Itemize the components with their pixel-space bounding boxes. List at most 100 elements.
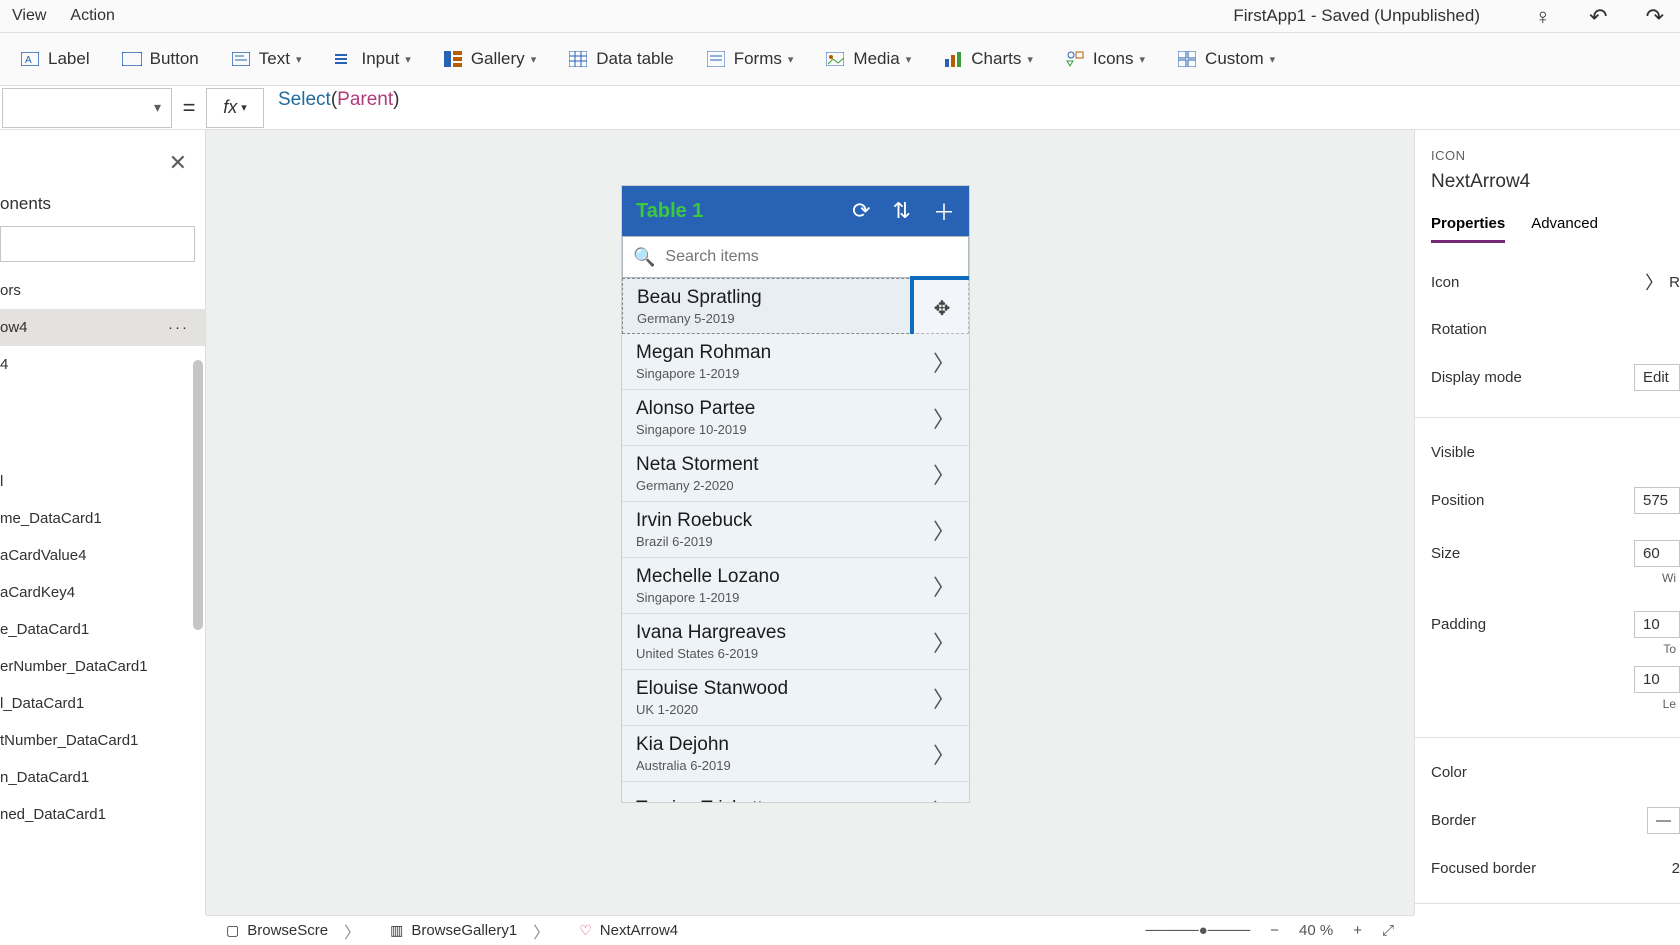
icon-icon: ♡ bbox=[579, 922, 592, 939]
refresh-icon[interactable]: ⟳ bbox=[852, 198, 870, 224]
tree-item[interactable]: aCardValue4 bbox=[0, 537, 205, 574]
prop-padding-left[interactable]: 10 bbox=[1634, 666, 1680, 693]
gallery-item-subtitle: Germany 2-2020 bbox=[636, 478, 933, 493]
breadcrumb-gallery[interactable]: ▥BrowseGallery1〉 bbox=[390, 919, 549, 943]
gallery-item-title: Kia Dejohn bbox=[636, 734, 933, 756]
tree-section-components[interactable]: onents bbox=[0, 186, 205, 226]
tab-advanced[interactable]: Advanced bbox=[1531, 215, 1598, 243]
prop-padding-top[interactable]: 10 bbox=[1634, 611, 1680, 638]
close-icon[interactable]: ✕ bbox=[169, 150, 187, 176]
insert-label[interactable]: ALabel bbox=[4, 32, 106, 86]
chevron-right-icon: 〉 bbox=[1645, 269, 1663, 295]
gallery-item[interactable]: Mechelle LozanoSingapore 1-2019〉 bbox=[622, 558, 969, 614]
search-input[interactable] bbox=[665, 248, 958, 266]
zoom-slider[interactable]: ─────●──── bbox=[1146, 922, 1251, 939]
control-type-label: ICON bbox=[1431, 148, 1680, 163]
gallery-item[interactable]: Elouise StanwoodUK 1-2020〉 bbox=[622, 670, 969, 726]
sort-icon[interactable]: ⇅ bbox=[893, 198, 911, 224]
menu-view[interactable]: View bbox=[12, 7, 46, 25]
gallery-item-title: Beau Spratling bbox=[637, 287, 954, 309]
tree-item[interactable]: aCardKey4 bbox=[0, 574, 205, 611]
gallery-item[interactable]: Kia DejohnAustralia 6-2019〉 bbox=[622, 726, 969, 782]
phone-preview: Table 1 ⟳ ⇅ ＋ 🔍 Beau SpratlingGermany 5-… bbox=[622, 186, 969, 802]
chevron-right-icon[interactable]: 〉 bbox=[933, 794, 955, 803]
insert-datatable[interactable]: Data table bbox=[552, 32, 690, 86]
add-icon[interactable]: ＋ bbox=[933, 195, 955, 227]
ribbon-forms-text: Forms bbox=[734, 49, 782, 69]
breadcrumb-screen[interactable]: ▢BrowseScre〉 bbox=[226, 919, 360, 943]
insert-charts[interactable]: Charts▾ bbox=[927, 32, 1049, 86]
prop-padding-sub1: To bbox=[1663, 642, 1676, 656]
redo-icon[interactable]: ↷ bbox=[1646, 4, 1664, 30]
tree-item[interactable]: e_DataCard1 bbox=[0, 611, 205, 648]
tree-item[interactable]: tNumber_DataCard1 bbox=[0, 722, 205, 759]
more-icon[interactable]: ··· bbox=[168, 319, 189, 336]
tab-properties[interactable]: Properties bbox=[1431, 215, 1505, 243]
tree-search-input[interactable] bbox=[0, 226, 195, 262]
insert-gallery[interactable]: Gallery▾ bbox=[427, 32, 552, 86]
insert-button[interactable]: Button bbox=[106, 32, 215, 86]
menu-action[interactable]: Action bbox=[70, 7, 114, 25]
zoom-out-icon[interactable]: − bbox=[1270, 922, 1279, 939]
fx-button[interactable]: fx▾ bbox=[206, 88, 264, 128]
tree-item[interactable]: ned_DataCard1 bbox=[0, 796, 205, 833]
gallery-item[interactable]: Tamica Trickett〉 bbox=[622, 782, 969, 802]
chevron-right-icon[interactable]: 〉 bbox=[933, 738, 955, 770]
prop-padding-sub2: Le bbox=[1663, 697, 1676, 711]
insert-icons[interactable]: Icons▾ bbox=[1049, 32, 1161, 86]
chevron-right-icon[interactable]: 〉 bbox=[933, 626, 955, 658]
tree-item[interactable]: 4 bbox=[0, 346, 205, 383]
insert-media[interactable]: Media▾ bbox=[809, 32, 927, 86]
search-box[interactable]: 🔍 bbox=[622, 236, 969, 278]
tree-item[interactable]: ors bbox=[0, 272, 205, 309]
formula-input[interactable]: Select(Parent) bbox=[264, 88, 1680, 128]
gallery-item[interactable]: Irvin RoebuckBrazil 6-2019〉 bbox=[622, 502, 969, 558]
zoom-in-icon[interactable]: + bbox=[1353, 922, 1362, 939]
tree-item[interactable]: l_DataCard1 bbox=[0, 685, 205, 722]
chevron-right-icon[interactable]: 〉 bbox=[933, 346, 955, 378]
tree-item[interactable]: erNumber_DataCard1 bbox=[0, 648, 205, 685]
gallery-item-title: Alonso Partee bbox=[636, 398, 933, 420]
tree-item[interactable]: n_DataCard1 bbox=[0, 759, 205, 796]
insert-text[interactable]: Text▾ bbox=[215, 32, 318, 86]
prop-position-x[interactable]: 575 bbox=[1634, 487, 1680, 514]
prop-border-value[interactable]: — bbox=[1647, 807, 1680, 834]
search-icon: 🔍 bbox=[633, 247, 655, 268]
gallery-item[interactable]: Neta StormentGermany 2-2020〉 bbox=[622, 446, 969, 502]
app-checker-icon[interactable]: ♀ bbox=[1535, 4, 1552, 30]
gallery-item[interactable]: Alonso ParteeSingapore 10-2019〉 bbox=[622, 390, 969, 446]
prop-focusedborder-value[interactable]: 2 bbox=[1672, 860, 1680, 877]
tree-item[interactable]: me_DataCard1 bbox=[0, 500, 205, 537]
insert-custom[interactable]: Custom▾ bbox=[1161, 32, 1291, 86]
move-handle-icon[interactable]: ✥ bbox=[934, 296, 951, 321]
chevron-right-icon[interactable]: 〉 bbox=[933, 570, 955, 602]
canvas[interactable]: Table 1 ⟳ ⇅ ＋ 🔍 Beau SpratlingGermany 5-… bbox=[206, 130, 1414, 915]
tree-item[interactable]: l bbox=[0, 463, 205, 500]
undo-icon[interactable]: ↶ bbox=[1589, 4, 1607, 30]
chevron-right-icon[interactable]: 〉 bbox=[933, 402, 955, 434]
chevron-right-icon[interactable]: 〉 bbox=[933, 514, 955, 546]
breadcrumb-label: BrowseGallery1 bbox=[411, 922, 517, 939]
gallery-item[interactable]: Megan RohmanSingapore 1-2019〉 bbox=[622, 334, 969, 390]
scrollbar-thumb[interactable] bbox=[193, 360, 203, 630]
breadcrumb-control[interactable]: ♡NextArrow4 bbox=[579, 922, 678, 939]
gallery-item-subtitle: United States 6-2019 bbox=[636, 646, 933, 661]
prop-displaymode-value[interactable]: Edit bbox=[1634, 364, 1680, 391]
fit-icon[interactable]: ⤢ bbox=[1382, 922, 1394, 939]
gallery-item-subtitle: Singapore 1-2019 bbox=[636, 590, 933, 605]
gallery-item[interactable]: Ivana HargreavesUnited States 6-2019〉 bbox=[622, 614, 969, 670]
chevron-right-icon[interactable]: 〉 bbox=[933, 682, 955, 714]
gallery-item[interactable]: Beau SpratlingGermany 5-2019✥ bbox=[622, 278, 969, 334]
prop-icon-value[interactable]: R bbox=[1669, 274, 1680, 291]
ribbon-button-text: Button bbox=[150, 49, 199, 69]
insert-forms[interactable]: Forms ▾ bbox=[690, 32, 810, 86]
property-dropdown[interactable]: ▾ bbox=[2, 88, 172, 128]
tree-item-label: ow4 bbox=[0, 319, 28, 336]
tree-item-selected[interactable]: ow4 ··· bbox=[0, 309, 205, 346]
insert-input[interactable]: Input▾ bbox=[317, 32, 426, 86]
chevron-down-icon: ▾ bbox=[788, 53, 794, 66]
chevron-right-icon[interactable]: 〉 bbox=[933, 458, 955, 490]
gallery-item-title: Tamica Trickett bbox=[636, 798, 933, 803]
selected-nextarrow-icon[interactable]: ✥ bbox=[910, 276, 969, 340]
prop-size-w[interactable]: 60 bbox=[1634, 540, 1680, 567]
